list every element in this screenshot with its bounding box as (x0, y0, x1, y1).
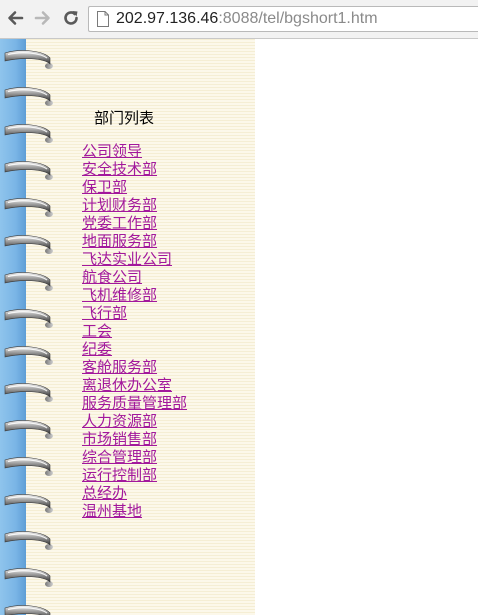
department-link[interactable]: 温州基地 (82, 502, 187, 520)
department-link[interactable]: 航食公司 (82, 268, 187, 286)
list-item: 综合管理部 (82, 448, 187, 466)
department-link[interactable]: 综合管理部 (82, 448, 187, 466)
spiral-ring (4, 420, 53, 439)
spiral-ring (4, 198, 53, 217)
url-text: 202.97.136.46:8088/tel/bgshort1.htm (116, 9, 378, 29)
department-link[interactable]: 地面服务部 (82, 232, 187, 250)
department-link[interactable]: 纪委 (82, 340, 187, 358)
spiral-ring (4, 272, 53, 291)
department-link[interactable]: 计划财务部 (82, 196, 187, 214)
list-item: 航食公司 (82, 268, 187, 286)
list-item: 计划财务部 (82, 196, 187, 214)
list-item: 保卫部 (82, 178, 187, 196)
department-link[interactable]: 党委工作部 (82, 214, 187, 232)
browser-toolbar: 202.97.136.46:8088/tel/bgshort1.htm (0, 0, 478, 39)
list-item: 党委工作部 (82, 214, 187, 232)
url-path: :8088/tel/bgshort1.htm (218, 10, 378, 27)
list-item: 离退休办公室 (82, 376, 187, 394)
spiral-ring (4, 346, 53, 365)
list-item: 安全技术部 (82, 160, 187, 178)
spiral-ring (4, 235, 53, 254)
department-link[interactable]: 飞达实业公司 (82, 250, 187, 268)
spiral-ring (4, 309, 53, 328)
department-link[interactable]: 安全技术部 (82, 160, 187, 178)
spiral-ring (4, 457, 53, 476)
spiral-ring (4, 494, 53, 513)
spiral-ring (4, 531, 53, 550)
department-link[interactable]: 公司领导 (82, 142, 187, 160)
spiral-ring (4, 605, 51, 615)
list-item: 工会 (82, 322, 187, 340)
spiral-ring (4, 87, 53, 106)
list-item: 公司领导 (82, 142, 187, 160)
list-item: 运行控制部 (82, 466, 187, 484)
spiral-ring (4, 568, 53, 587)
forward-arrow-icon (34, 11, 50, 25)
list-item: 客舱服务部 (82, 358, 187, 376)
back-button[interactable] (4, 7, 26, 29)
list-item: 市场销售部 (82, 430, 187, 448)
list-item: 飞机维修部 (82, 286, 187, 304)
spiral-ring (4, 383, 53, 402)
department-link[interactable]: 飞行部 (82, 304, 187, 322)
department-link[interactable]: 运行控制部 (82, 466, 187, 484)
list-item: 总经办 (82, 484, 187, 502)
list-item: 温州基地 (82, 502, 187, 520)
department-link[interactable]: 总经办 (82, 484, 187, 502)
spiral-ring (4, 50, 53, 69)
department-list: 公司领导 安全技术部 保卫部 计划财务部 党委工作部 地面服务部 飞达实业公司 航食公司 飞机维… (82, 142, 187, 520)
notebook-panel: 部门列表 公司领导 安全技术部 保卫部 计划财务部 党委工作部 地面服务部 飞达实业公司 航食… (0, 39, 255, 615)
department-link[interactable]: 保卫部 (82, 178, 187, 196)
department-link[interactable]: 市场销售部 (82, 430, 187, 448)
department-link[interactable]: 客舱服务部 (82, 358, 187, 376)
page-icon (97, 11, 109, 27)
page-content: 部门列表 公司领导 安全技术部 保卫部 计划财务部 党委工作部 地面服务部 飞达实业公司 航食… (0, 39, 478, 615)
department-link[interactable]: 服务质量管理部 (82, 394, 187, 412)
reload-button[interactable] (60, 7, 82, 29)
list-item: 飞达实业公司 (82, 250, 187, 268)
list-item: 地面服务部 (82, 232, 187, 250)
page-title: 部门列表 (94, 109, 155, 127)
spiral-binding-icon (0, 39, 60, 615)
department-link[interactable]: 离退休办公室 (82, 376, 187, 394)
list-item: 人力资源部 (82, 412, 187, 430)
back-arrow-icon (8, 11, 24, 25)
spiral-ring (4, 161, 53, 180)
address-bar[interactable]: 202.97.136.46:8088/tel/bgshort1.htm (88, 6, 478, 32)
department-link[interactable]: 飞机维修部 (82, 286, 187, 304)
reload-icon (64, 11, 78, 25)
forward-button[interactable] (32, 7, 54, 29)
spiral-ring (4, 124, 53, 143)
url-host: 202.97.136.46 (116, 10, 219, 27)
list-item: 飞行部 (82, 304, 187, 322)
department-link[interactable]: 人力资源部 (82, 412, 187, 430)
list-item: 服务质量管理部 (82, 394, 187, 412)
department-link[interactable]: 工会 (82, 322, 187, 340)
list-item: 纪委 (82, 340, 187, 358)
